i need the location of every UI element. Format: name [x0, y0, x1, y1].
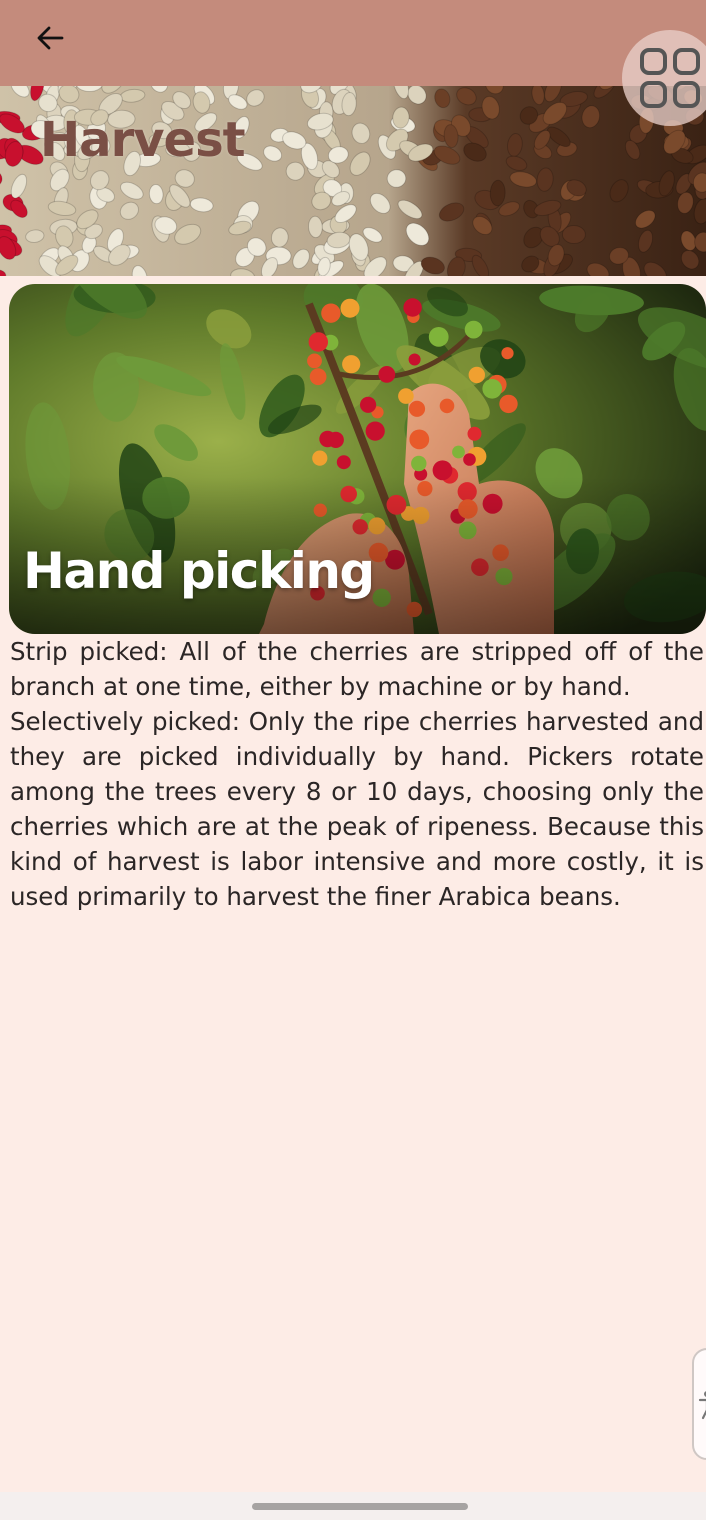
header-banner-image: Harvest: [0, 86, 706, 276]
back-button[interactable]: [28, 18, 72, 58]
bean-texture: [489, 179, 506, 207]
app-bar: [0, 0, 706, 86]
bean-texture: [561, 224, 586, 245]
accessibility-icon: [698, 1391, 706, 1420]
harvest-description: Strip picked: All of the cherries are st…: [10, 637, 704, 911]
home-indicator[interactable]: [252, 1503, 468, 1510]
arrow-left-icon: [37, 26, 64, 50]
accessibility-tab[interactable]: [692, 1348, 706, 1460]
card-caption: Hand picking: [23, 542, 375, 600]
grid-icon: [640, 48, 700, 108]
page-title: Harvest: [40, 112, 246, 168]
